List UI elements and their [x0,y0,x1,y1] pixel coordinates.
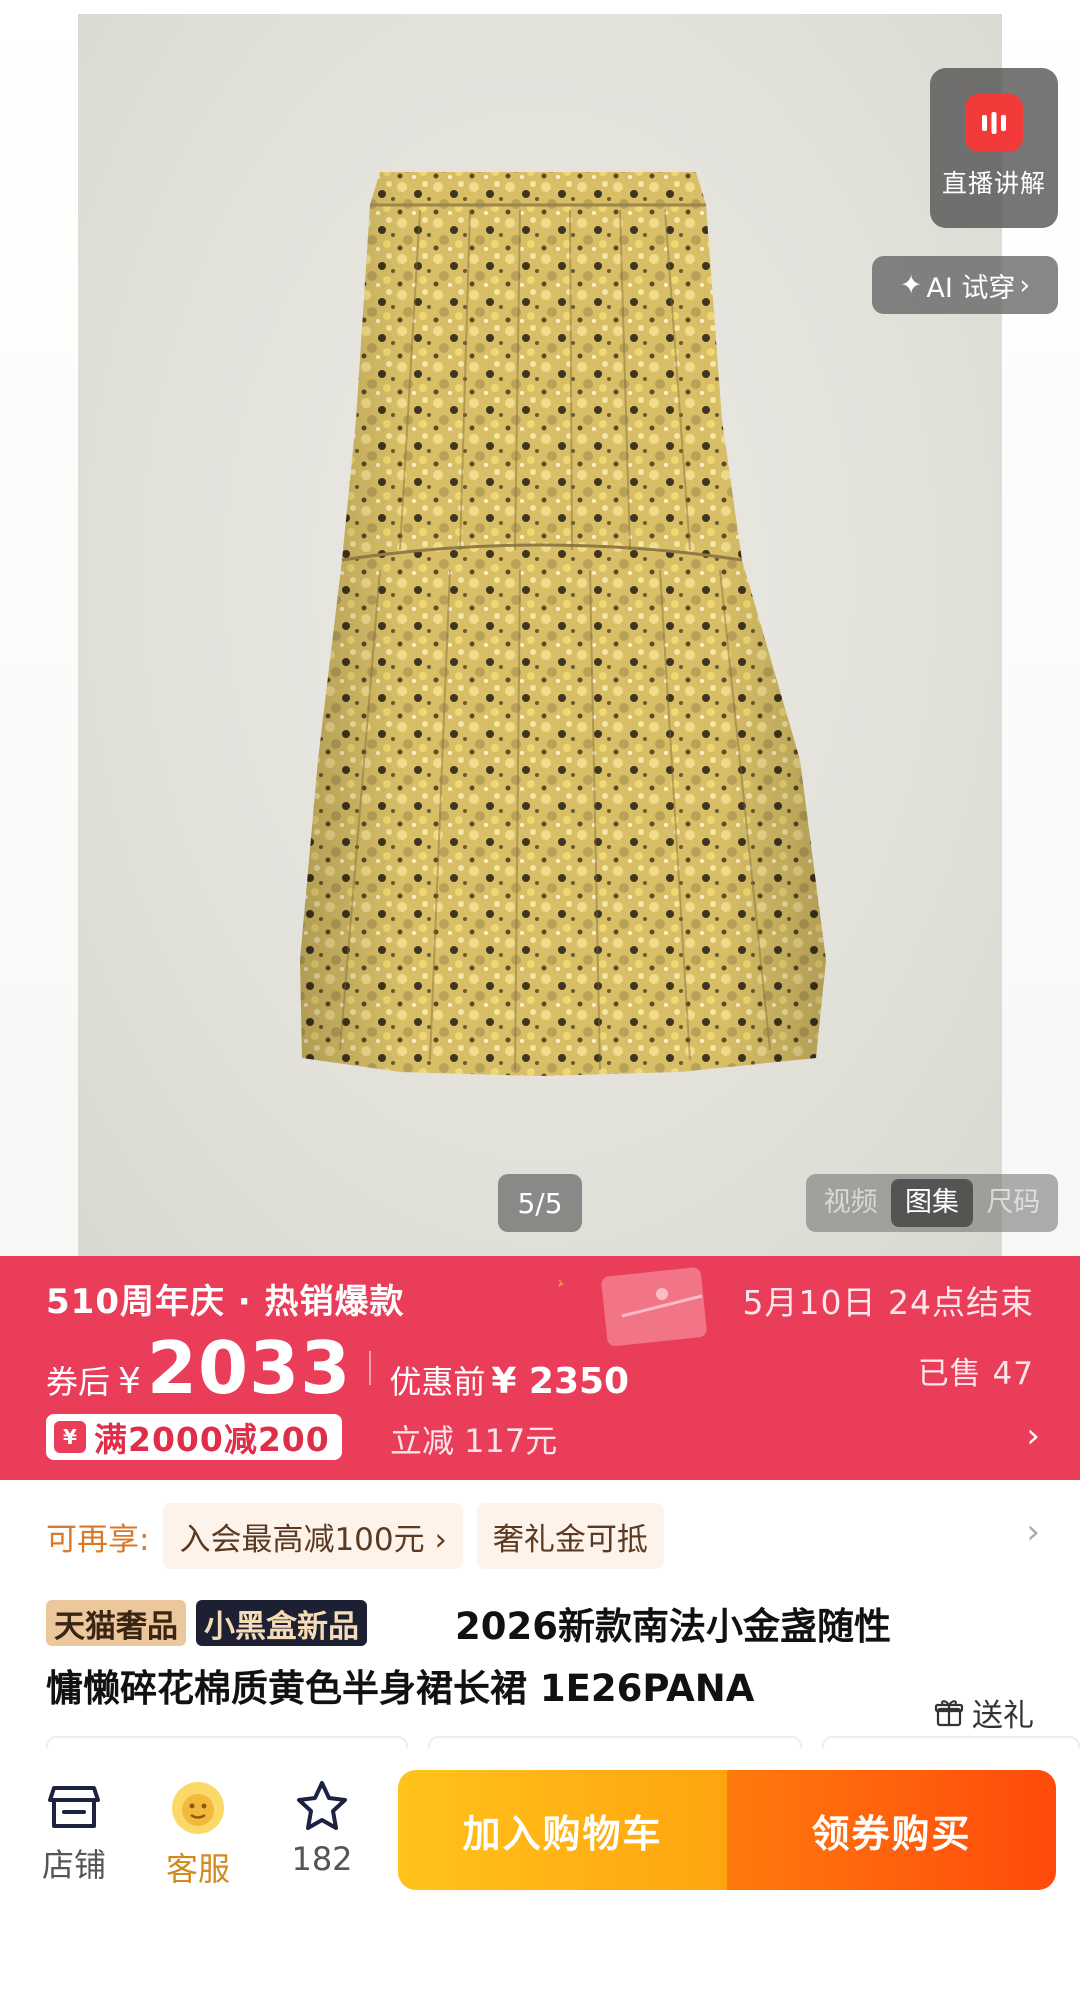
price-divider [369,1351,372,1385]
benefits-row[interactable]: 可再享: 入会最高减100元 › 奢礼金可抵 › [0,1480,1080,1592]
chevron-right-icon[interactable]: › [1026,1512,1040,1552]
coupon-badge[interactable]: ¥ 满2000减200 [46,1414,342,1460]
live-explain-label: 直播讲解 [941,169,1046,198]
live-icon [965,94,1023,152]
tmall-luxury-tag: 天猫奢品 [46,1600,186,1646]
price-prefix: 券后 [46,1363,111,1401]
send-gift-button[interactable]: 送礼 [934,1690,1034,1735]
send-gift-label: 送礼 [972,1698,1034,1734]
product-gallery[interactable]: 直播讲解 ✦ AI 试穿 › 5/5 视频 图集 尺码 [0,0,1080,1256]
tab-video[interactable]: 视频 [810,1179,891,1227]
benefit-chip-membership[interactable]: 入会最高减100元 › [163,1503,463,1569]
chevron-right-icon[interactable]: › [1026,1416,1040,1456]
title-text-1: 2026新款南法小金盏随性 [455,1605,891,1648]
black-box-new-tag: 小黑盒新品 [196,1600,367,1646]
live-explain-button[interactable]: 直播讲解 [930,68,1058,228]
sparkle-icon: ✦ [899,269,923,301]
benefit-chip-luxury-credit[interactable]: 奢礼金可抵 [476,1503,664,1569]
favorite-count: 182 [291,1840,353,1878]
bottom-action-bar: 店铺 客服 182 加入购物车 领券购买 [0,1748,1080,2007]
title-line-2: 慵懒碎花棉质黄色半身裙长裙 1E26PANA [46,1654,1036,1716]
purchase-actions: 加入购物车 领券购买 [398,1770,1056,1890]
promo-title: 510周年庆 · 热销爆款 [46,1282,405,1322]
image-counter: 5/5 [498,1174,582,1232]
benefits-label: 可再享: [46,1521,150,1558]
favorite-button[interactable]: 182 [272,1778,372,1878]
sold-count: 已售 47 [917,1356,1034,1392]
store-icon [48,1786,100,1828]
price-currency: ¥ [118,1361,141,1402]
store-button[interactable]: 店铺 [24,1778,124,1886]
tab-size[interactable]: 尺码 [973,1179,1054,1227]
ai-try-on-label: AI 试穿 [926,272,1016,304]
promo-price-band[interactable]: 510周年庆 · 热销爆款 5月10日 24点结束 券后 ¥ 2033 优惠前 … [0,1256,1080,1480]
original-price-label: 优惠前 [389,1363,486,1401]
chevron-right-icon: › [1019,269,1031,301]
title-line-1: 天猫奢品 小黑盒新品 2026新款南法小金盏随性 [46,1592,1036,1654]
coupon-buy-button[interactable]: 领券购买 [727,1770,1056,1890]
product-title: 天猫奢品 小黑盒新品 2026新款南法小金盏随性 慵懒碎花棉质黄色半身裙长裙 1… [46,1592,1036,1716]
product-image-skirt [300,172,826,1076]
store-label: 店铺 [41,1846,106,1884]
price-row: 券后 ¥ 2033 优惠前 ¥ 2350 [46,1326,629,1410]
price-value: 2033 [146,1326,352,1410]
instant-discount: 立减 117元 [390,1422,558,1460]
original-price-value: ¥ 2350 [491,1361,630,1402]
title-text-2: 慵懒碎花棉质黄色半身裙长裙 1E26PANA [46,1667,755,1710]
ai-try-on-button[interactable]: ✦ AI 试穿 › [872,256,1058,314]
tab-gallery[interactable]: 图集 [891,1179,973,1227]
coupon-text: 满2000减200 [94,1420,330,1459]
customer-service-button[interactable]: 客服 [148,1778,248,1890]
media-tabs[interactable]: 视频 图集 尺码 [806,1174,1058,1232]
add-to-cart-button[interactable]: 加入购物车 [398,1770,727,1890]
promo-end-time: 5月10日 24点结束 [742,1283,1034,1322]
customer-service-icon [172,1782,224,1834]
star-icon [297,1781,347,1830]
customer-service-label: 客服 [165,1850,230,1888]
gift-icon [934,1699,964,1726]
coupon-icon: ¥ [54,1421,86,1453]
